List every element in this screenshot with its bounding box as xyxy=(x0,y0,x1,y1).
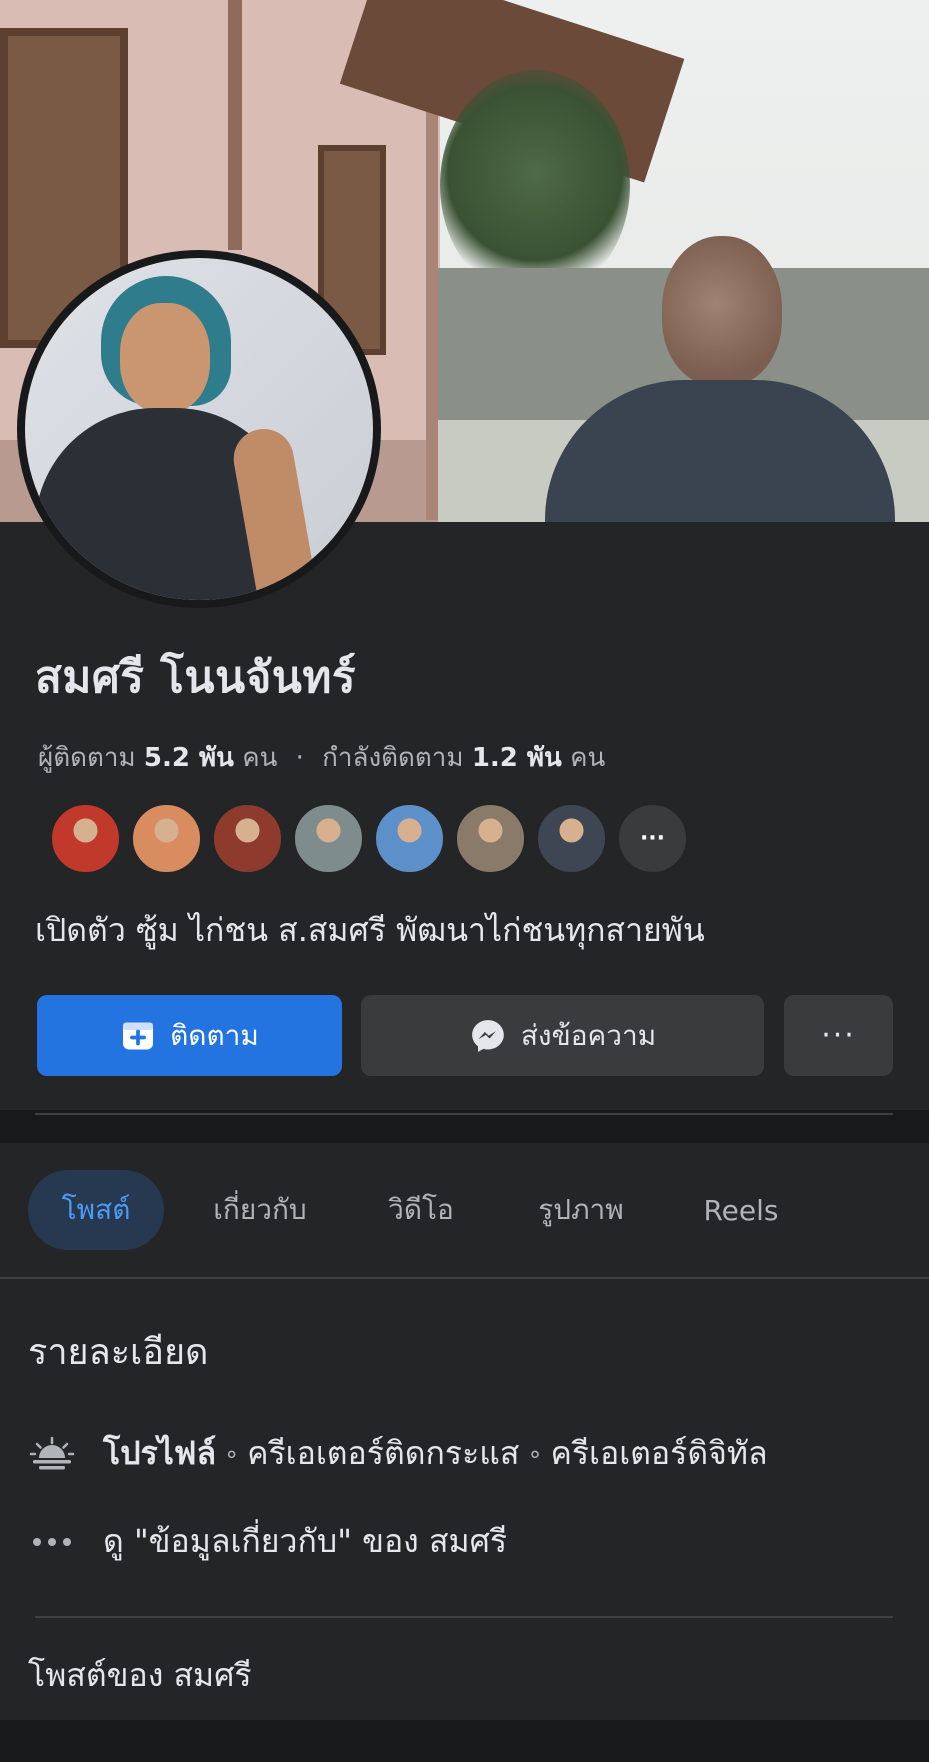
friend-avatar[interactable] xyxy=(131,803,202,874)
tab-photos[interactable]: รูปภาพ xyxy=(520,1170,642,1250)
details-title: รายละเอียด xyxy=(28,1332,209,1373)
following-label: กำลังติดตาม xyxy=(322,743,464,773)
tab-videos[interactable]: วิดีโอ xyxy=(366,1170,476,1250)
follow-button-label: ติดตาม xyxy=(170,1018,259,1052)
category-2: ครีเอเตอร์ดิจิทัล xyxy=(550,1434,768,1472)
profile-bio: เปิดตัว ซู้ม ไก่ชน ส.สมศรี พัฒนาไก่ชนทุก… xyxy=(35,911,705,949)
more-options-icon: ··· xyxy=(821,1018,856,1053)
messenger-icon xyxy=(469,1017,507,1055)
about-link-row[interactable]: ดู "ข้อมูลเกี่ยวกับ" ของ สมศรี xyxy=(28,1516,507,1567)
friend-avatar[interactable] xyxy=(374,803,445,874)
divider xyxy=(35,1616,893,1618)
about-link-text[interactable]: ดู "ข้อมูลเกี่ยวกับ" ของ สมศรี xyxy=(103,1516,507,1567)
profile-category-row: โปรไฟล์ ∘ ครีเอเตอร์ติดกระแส ∘ ครีเอเตอร… xyxy=(28,1428,768,1479)
more-friends-button[interactable]: ··· xyxy=(617,803,688,874)
posts-section-title: โพสต์ของ สมศรี xyxy=(28,1656,252,1694)
following-unit: คน xyxy=(570,743,606,773)
followers-link[interactable]: ผู้ติดตาม 5.2 พัน คน xyxy=(38,743,286,773)
ellipsis-icon: ··· xyxy=(639,826,666,851)
message-button-label: ส่งข้อความ xyxy=(520,1018,657,1052)
followers-unit: คน xyxy=(242,743,278,773)
section-gap xyxy=(0,1720,929,1762)
category-separator: ∘ xyxy=(224,1439,240,1468)
profile-label: โปรไฟล์ xyxy=(103,1434,217,1472)
friend-avatar[interactable] xyxy=(536,803,607,874)
follow-button[interactable]: ติดตาม xyxy=(37,995,342,1076)
divider xyxy=(35,1113,893,1115)
category-1: ครีเอเตอร์ติดกระแส xyxy=(247,1434,520,1472)
add-friend-icon xyxy=(120,1018,156,1054)
tab-reels[interactable]: Reels xyxy=(686,1170,796,1250)
profile-picture-ring[interactable] xyxy=(17,250,381,608)
mutual-friends-row: ··· xyxy=(50,803,688,875)
following-link[interactable]: กำลังติดตาม 1.2 พัน คน xyxy=(322,743,605,773)
sunrise-icon xyxy=(28,1434,76,1474)
followers-label: ผู้ติดตาม xyxy=(38,743,136,773)
tab-posts[interactable]: โพสต์ xyxy=(28,1170,164,1250)
tab-about[interactable]: เกี่ยวกับ xyxy=(190,1170,330,1250)
friend-avatar[interactable] xyxy=(50,803,121,874)
cover-post xyxy=(228,0,242,250)
followers-count: 5.2 พัน xyxy=(143,743,234,773)
avatar-face xyxy=(120,303,210,413)
profile-name: สมศรี โนนจันทร์ xyxy=(35,652,357,703)
friend-avatar[interactable] xyxy=(455,803,526,874)
friend-avatar[interactable] xyxy=(212,803,283,874)
following-count: 1.2 พัน xyxy=(471,743,562,773)
section-gap xyxy=(0,1117,929,1143)
cover-tree xyxy=(440,70,630,300)
stats-separator: · xyxy=(295,743,304,773)
more-options-button[interactable]: ··· xyxy=(784,995,893,1076)
profile-stats: ผู้ติดตาม 5.2 พัน คน · กำลังติดตาม 1.2 พ… xyxy=(38,737,605,778)
friend-avatar[interactable] xyxy=(293,803,364,874)
message-button[interactable]: ส่งข้อความ xyxy=(361,995,764,1076)
ellipsis-icon xyxy=(28,1522,76,1562)
cover-person-head xyxy=(662,236,782,386)
profile-picture[interactable] xyxy=(25,258,373,600)
category-separator: ∘ xyxy=(527,1439,543,1468)
